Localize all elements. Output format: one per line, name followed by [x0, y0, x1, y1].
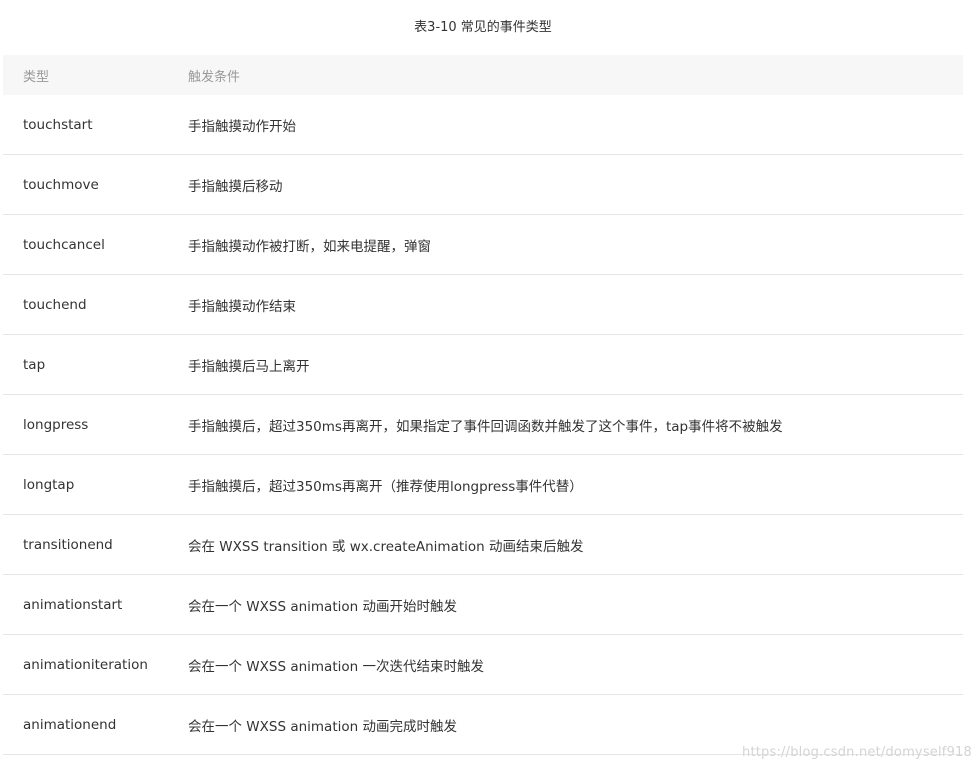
table-row: touchstart 手指触摸动作开始 — [3, 95, 963, 155]
trigger-condition-cell: 手指触摸动作开始 — [188, 118, 296, 135]
event-type-cell: touchend — [23, 296, 87, 313]
header-trigger-condition: 触发条件 — [188, 69, 241, 85]
table-row: touchcancel 手指触摸动作被打断，如来电提醒，弹窗 — [3, 215, 963, 275]
table-row: animationstart 会在一个 WXSS animation 动画开始时… — [3, 575, 963, 635]
trigger-condition-cell: 手指触摸动作结束 — [188, 298, 296, 315]
table-header-row: 类型 触发条件 — [3, 55, 963, 95]
event-type-cell: tap — [23, 356, 46, 373]
event-type-cell: touchmove — [23, 176, 99, 193]
event-type-cell: longtap — [23, 476, 75, 493]
table-row: longtap 手指触摸后，超过350ms再离开（推荐使用longpress事件… — [3, 455, 963, 515]
event-type-cell: longpress — [23, 416, 89, 433]
watermark: https://blog.csdn.net/domyself918 — [742, 745, 972, 760]
trigger-condition-cell: 会在一个 WXSS animation 动画完成时触发 — [188, 718, 457, 735]
event-type-cell: animationiteration — [23, 656, 148, 673]
table-row: tap 手指触摸后马上离开 — [3, 335, 963, 395]
trigger-condition-cell: 手指触摸后移动 — [188, 178, 283, 195]
table-row: touchmove 手指触摸后移动 — [3, 155, 963, 215]
table-row: longpress 手指触摸后，超过350ms再离开，如果指定了事件回调函数并触… — [3, 395, 963, 455]
event-types-table: 类型 触发条件 touchstart 手指触摸动作开始 touchmove 手指… — [3, 55, 963, 755]
table-row: animationiteration 会在一个 WXSS animation 一… — [3, 635, 963, 695]
trigger-condition-cell: 手指触摸后，超过350ms再离开（推荐使用longpress事件代替） — [188, 478, 583, 495]
trigger-condition-cell: 手指触摸动作被打断，如来电提醒，弹窗 — [188, 238, 431, 255]
trigger-condition-cell: 会在一个 WXSS animation 一次迭代结束时触发 — [188, 658, 484, 675]
event-type-cell: touchstart — [23, 116, 93, 133]
table-row: touchend 手指触摸动作结束 — [3, 275, 963, 335]
event-type-cell: animationend — [23, 716, 117, 733]
event-type-cell: touchcancel — [23, 236, 105, 253]
header-type: 类型 — [23, 69, 50, 85]
trigger-condition-cell: 会在一个 WXSS animation 动画开始时触发 — [188, 598, 457, 615]
event-type-cell: animationstart — [23, 596, 123, 613]
table-row: transitionend 会在 WXSS transition 或 wx.cr… — [3, 515, 963, 575]
table-caption: 表3-10 常见的事件类型 — [414, 20, 552, 35]
trigger-condition-cell: 手指触摸后，超过350ms再离开，如果指定了事件回调函数并触发了这个事件，tap… — [188, 418, 783, 435]
trigger-condition-cell: 会在 WXSS transition 或 wx.createAnimation … — [188, 538, 584, 555]
trigger-condition-cell: 手指触摸后马上离开 — [188, 358, 310, 375]
event-type-cell: transitionend — [23, 536, 113, 553]
